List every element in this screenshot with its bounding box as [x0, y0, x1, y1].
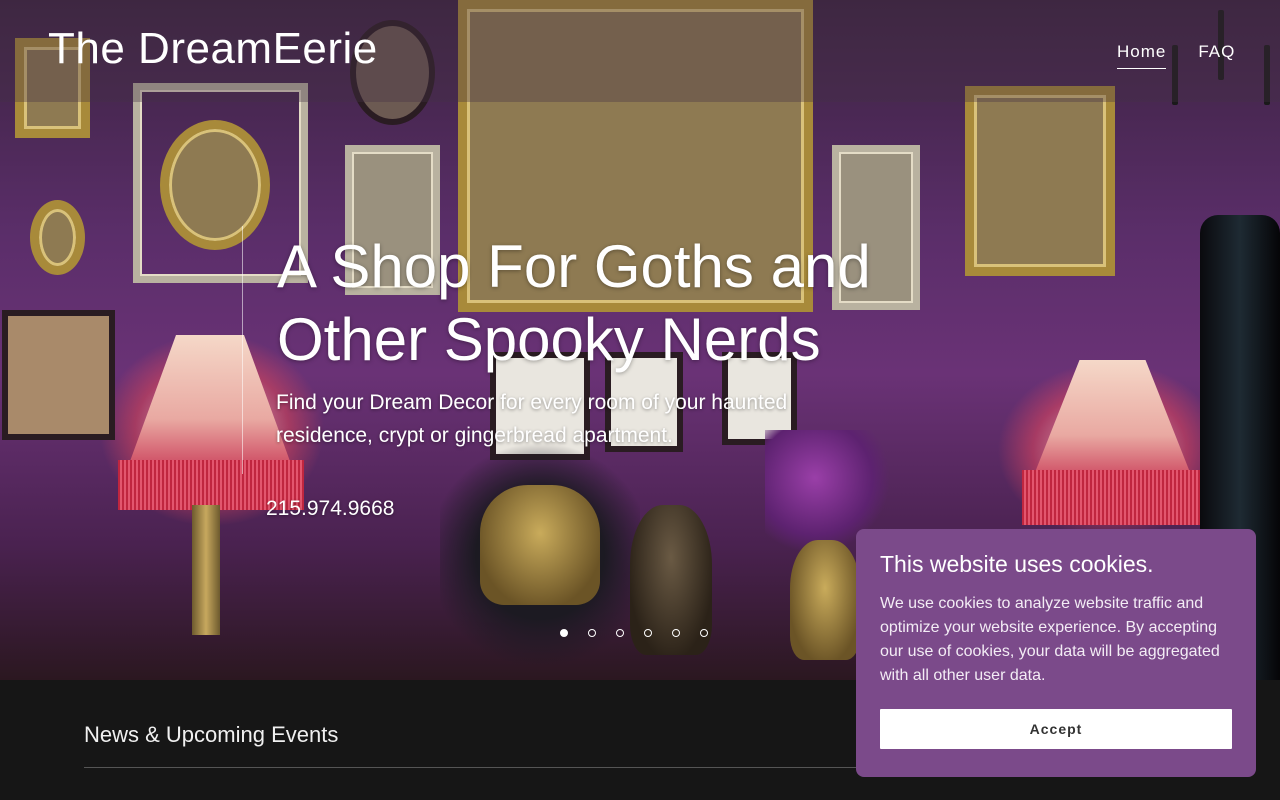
lamp-stand-left: [192, 505, 220, 635]
slide-dot-5[interactable]: [672, 629, 680, 637]
news-section-title: News & Upcoming Events: [84, 722, 339, 747]
slide-indicators: [560, 629, 708, 637]
lamp-fringe-right: [1022, 470, 1200, 525]
slide-dot-3[interactable]: [616, 629, 624, 637]
gold-urn: [480, 485, 600, 605]
main-nav: Home FAQ: [1117, 42, 1235, 69]
cookie-title: This website uses cookies.: [880, 551, 1154, 577]
lamp-shade-left: [125, 335, 295, 475]
nav-home[interactable]: Home: [1117, 42, 1167, 69]
cookie-banner: This website uses cookies. We use cookie…: [856, 529, 1256, 777]
nav-faq[interactable]: FAQ: [1198, 42, 1235, 69]
slide-dot-2[interactable]: [588, 629, 596, 637]
slide-dot-1[interactable]: [560, 629, 568, 637]
hero-divider: [242, 226, 243, 474]
hero-subtext: Find your Dream Decor for every room of …: [276, 391, 788, 447]
frame-small-oval: [30, 200, 85, 275]
slide-dot-4[interactable]: [644, 629, 652, 637]
slide-dot-6[interactable]: [700, 629, 708, 637]
frame-nun-portrait: [965, 86, 1115, 276]
lamp-shade-right: [1030, 360, 1195, 485]
frame-guadalupe: [2, 310, 115, 440]
phone-number[interactable]: 215.974.9668: [266, 497, 394, 521]
site-title[interactable]: The DreamEerie: [48, 24, 378, 74]
news-divider: [84, 767, 884, 768]
accept-cookies-button[interactable]: Accept: [880, 709, 1232, 749]
hero-headline: A Shop For Goths and Other Spooky Nerds: [277, 233, 871, 373]
cookie-body: We use cookies to analyze website traffi…: [880, 595, 1220, 684]
gold-vase: [790, 540, 860, 660]
